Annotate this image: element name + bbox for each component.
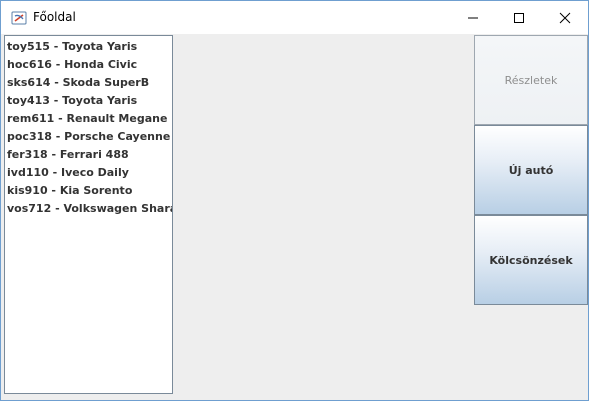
close-icon [559,12,571,23]
content-pane: toy515 - Toyota Yaris hoc616 - Honda Civ… [1,34,588,400]
maximize-icon [514,12,524,23]
title-bar[interactable]: Főoldal [1,1,588,34]
list-item[interactable]: vos712 - Volkswagen Sharan [5,200,172,218]
list-item[interactable]: sks614 - Skoda SuperB [5,74,172,92]
minimize-icon [468,17,478,18]
list-item[interactable]: hoc616 - Honda Civic [5,56,172,74]
minimize-button[interactable] [450,1,496,34]
list-item[interactable]: ivd110 - Iveco Daily [5,164,172,182]
window-title: Főoldal [33,10,76,24]
list-item[interactable]: kis910 - Kia Sorento [5,182,172,200]
list-item[interactable]: fer318 - Ferrari 488 [5,146,172,164]
java-app-icon [11,10,27,26]
list-item[interactable]: toy515 - Toyota Yaris [5,38,172,56]
main-window: Főoldal toy515 - Toyota Yaris hoc616 - H… [0,0,589,401]
rentals-button[interactable]: Kölcsönzések [474,215,588,305]
new-car-button[interactable]: Új autó [474,125,588,215]
list-item[interactable]: rem611 - Renault Megane [5,110,172,128]
list-item[interactable]: poc318 - Porsche Cayenne [5,128,172,146]
details-button[interactable]: Részletek [474,35,588,125]
list-item[interactable]: toy413 - Toyota Yaris [5,92,172,110]
maximize-button[interactable] [496,1,542,34]
car-list[interactable]: toy515 - Toyota Yaris hoc616 - Honda Civ… [4,35,173,394]
close-button[interactable] [542,1,588,34]
